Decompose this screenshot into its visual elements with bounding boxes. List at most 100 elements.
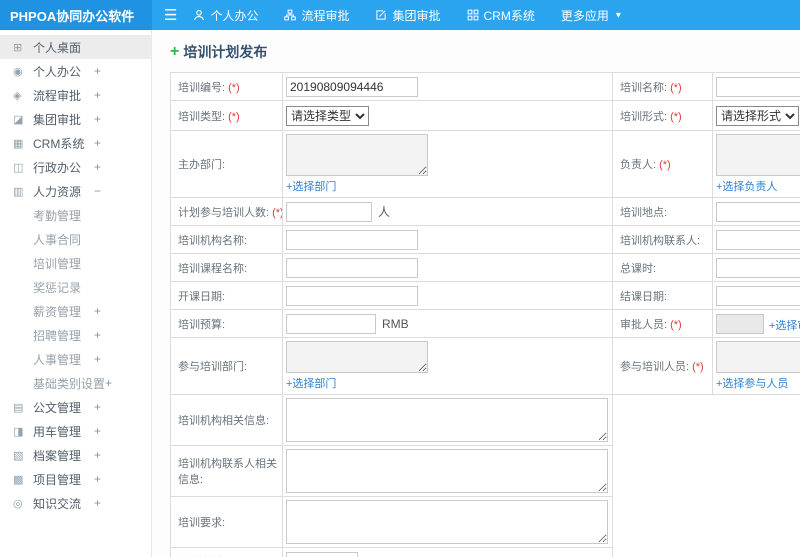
sidebar-item-personnel[interactable]: 人事管理 + [0, 347, 151, 371]
budget-input[interactable] [286, 313, 376, 334]
user-icon: ◉ [13, 65, 23, 78]
end-date-input[interactable] [716, 285, 800, 306]
page-title: + 培训计划发布 [170, 42, 800, 62]
training-form-select[interactable]: 请选择形式 [716, 105, 799, 126]
form-row: 培训预算: RMB 审批人员:(*) +选择审批人员 [170, 309, 800, 338]
expand-marker: + [93, 304, 101, 318]
planned-participants-input[interactable] [286, 201, 372, 222]
training-type-select[interactable]: 请选择类型 [286, 105, 369, 126]
sidebar-item-vehicle[interactable]: ◨ 用车管理 + [0, 419, 151, 443]
desktop-icon: ⊞ [13, 41, 23, 54]
training-requirements-textarea[interactable] [286, 500, 608, 544]
people-icon: ▥ [13, 185, 24, 198]
collapse-marker: − [93, 184, 101, 198]
sidebar-item-training[interactable]: 培训管理 [0, 251, 151, 275]
sidebar-item-rewards[interactable]: 奖惩记录 [0, 275, 151, 299]
nav-label: 个人办公 [210, 8, 259, 23]
project-icon: ▩ [13, 473, 24, 486]
form-row: 计划参与培训人数:(*) 人 培训地点: [170, 197, 800, 226]
training-org-name-input[interactable] [286, 229, 418, 250]
nav-more-apps[interactable]: 更多应用 ▾ [561, 7, 621, 24]
participating-departments-textarea[interactable] [286, 341, 428, 373]
sidebar-item-admin-office[interactable]: ◫ 行政办公 + [0, 155, 151, 179]
sidebar-item-personal-office[interactable]: ◉ 个人办公 + [0, 59, 151, 83]
form-row: 参与培训部门: +选择部门 参与培训人员: (*) +选择参与人员 [170, 337, 800, 395]
flow-icon: ◈ [13, 89, 22, 102]
sidebar-item-hr[interactable]: ▥ 人力资源 − [0, 179, 151, 203]
nav-group-approval[interactable]: 集团审批 [375, 7, 441, 24]
nav-label: 流程审批 [301, 8, 350, 23]
nav-label: 更多应用 [560, 8, 609, 23]
expand-marker: + [93, 352, 101, 366]
form-row: 主办部门: +选择部门 负责人: (*) +选择负责人 [170, 130, 800, 198]
select-leader-link[interactable]: +选择负责人 [716, 178, 777, 194]
form-row: 培训课程名称: 总课时: [170, 253, 800, 282]
expand-marker: + [93, 136, 101, 150]
grid-icon [467, 9, 478, 21]
expand-marker: + [93, 424, 101, 438]
sidebar-item-crm[interactable]: ▦ CRM系统 + [0, 131, 151, 155]
expand-marker: + [93, 496, 101, 510]
form-row: 培训类型: (*) 请选择类型 培训形式: (*) 请选择形式 [170, 100, 800, 131]
required-mark: (*) [272, 206, 281, 219]
sidebar-item-desktop[interactable]: ⊞ 个人桌面 [0, 35, 151, 59]
sidebar: ⊞ 个人桌面 ◉ 个人办公 + ◈ 流程审批 + ◪ 集团审批 + ▦ CRM系… [0, 30, 152, 557]
flow-icon [284, 9, 297, 21]
participants-textarea[interactable] [716, 341, 800, 373]
training-number-input[interactable] [286, 76, 418, 97]
org-info-textarea[interactable] [286, 398, 608, 442]
sidebar-item-projects[interactable]: ▩ 项目管理 + [0, 467, 151, 491]
sidebar-item-attendance[interactable]: 考勤管理 [0, 203, 151, 227]
sidebar-item-salary[interactable]: 薪资管理 + [0, 299, 151, 323]
expand-marker: + [93, 112, 101, 126]
nav-label: 集团审批 [392, 8, 441, 23]
form-row: 培训机构联系人相关信息: [170, 445, 800, 497]
sidebar-item-hr-contract[interactable]: 人事合同 [0, 227, 151, 251]
host-department-textarea[interactable] [286, 134, 428, 176]
unit-suffix: 人 [378, 204, 391, 219]
currency-suffix: RMB [382, 316, 409, 331]
briefcase-icon: ◫ [13, 161, 24, 174]
nav-label: CRM系统 [483, 8, 535, 23]
course-name-input[interactable] [286, 257, 418, 278]
sidebar-item-process-approval[interactable]: ◈ 流程审批 + [0, 83, 151, 107]
start-date-input[interactable] [286, 285, 418, 306]
grid-icon: ▦ [13, 137, 24, 150]
expand-marker: + [93, 472, 101, 486]
attachment-input[interactable] [286, 551, 358, 557]
expand-marker: + [93, 448, 101, 462]
sidebar-item-knowledge[interactable]: ◎ 知识交流 + [0, 491, 151, 515]
training-plan-form: 培训编号:(*) 培训名称:(*) 培训类型:(*) 请选择类型 培训形式:(*… [170, 72, 800, 557]
training-org-contact-input[interactable] [716, 229, 800, 250]
expand-marker: + [93, 160, 101, 174]
menu-icon[interactable]: ☰ [164, 8, 177, 23]
required-mark: (*) [670, 318, 682, 331]
total-hours-input[interactable] [716, 257, 800, 278]
nav-crm[interactable]: CRM系统 [467, 7, 535, 24]
org-contact-info-textarea[interactable] [286, 449, 608, 493]
sidebar-item-base-category[interactable]: 基础类别设置 + [0, 371, 151, 395]
user-icon [194, 9, 205, 21]
nav-process-approval[interactable]: 流程审批 [284, 7, 349, 24]
sidebar-item-archives[interactable]: ▧ 档案管理 + [0, 443, 151, 467]
select-department-link[interactable]: +选择部门 [286, 178, 336, 194]
expand-marker: + [93, 328, 101, 342]
select-participants-link[interactable]: +选择参与人员 [716, 375, 788, 391]
plus-icon: + [170, 43, 180, 60]
training-location-input[interactable] [716, 201, 800, 222]
nav-personal-office[interactable]: 个人办公 [193, 7, 258, 24]
sidebar-item-group-approval[interactable]: ◪ 集团审批 + [0, 107, 151, 131]
select-department-link[interactable]: +选择部门 [286, 375, 336, 391]
app-screen: PHPOA协同办公软件 ☰ 个人办公 流程审批 集团审批 CRM系统 更多应用 … [0, 0, 800, 557]
app-logo: PHPOA协同办公软件 [0, 0, 152, 30]
sidebar-item-documents[interactable]: ▤ 公文管理 + [0, 395, 151, 419]
caret-down-icon: ▾ [615, 9, 621, 21]
sidebar-item-recruitment[interactable]: 招聘管理 + [0, 323, 151, 347]
edit-icon: ◪ [13, 113, 24, 126]
form-row: 开课日期: 结课日期: [170, 281, 800, 310]
select-approver-link[interactable]: +选择审批人员 [769, 317, 800, 333]
training-name-input[interactable] [716, 76, 800, 97]
leader-textarea[interactable] [716, 134, 800, 176]
required-mark: (*) [228, 110, 240, 123]
approver-input[interactable] [716, 313, 764, 334]
